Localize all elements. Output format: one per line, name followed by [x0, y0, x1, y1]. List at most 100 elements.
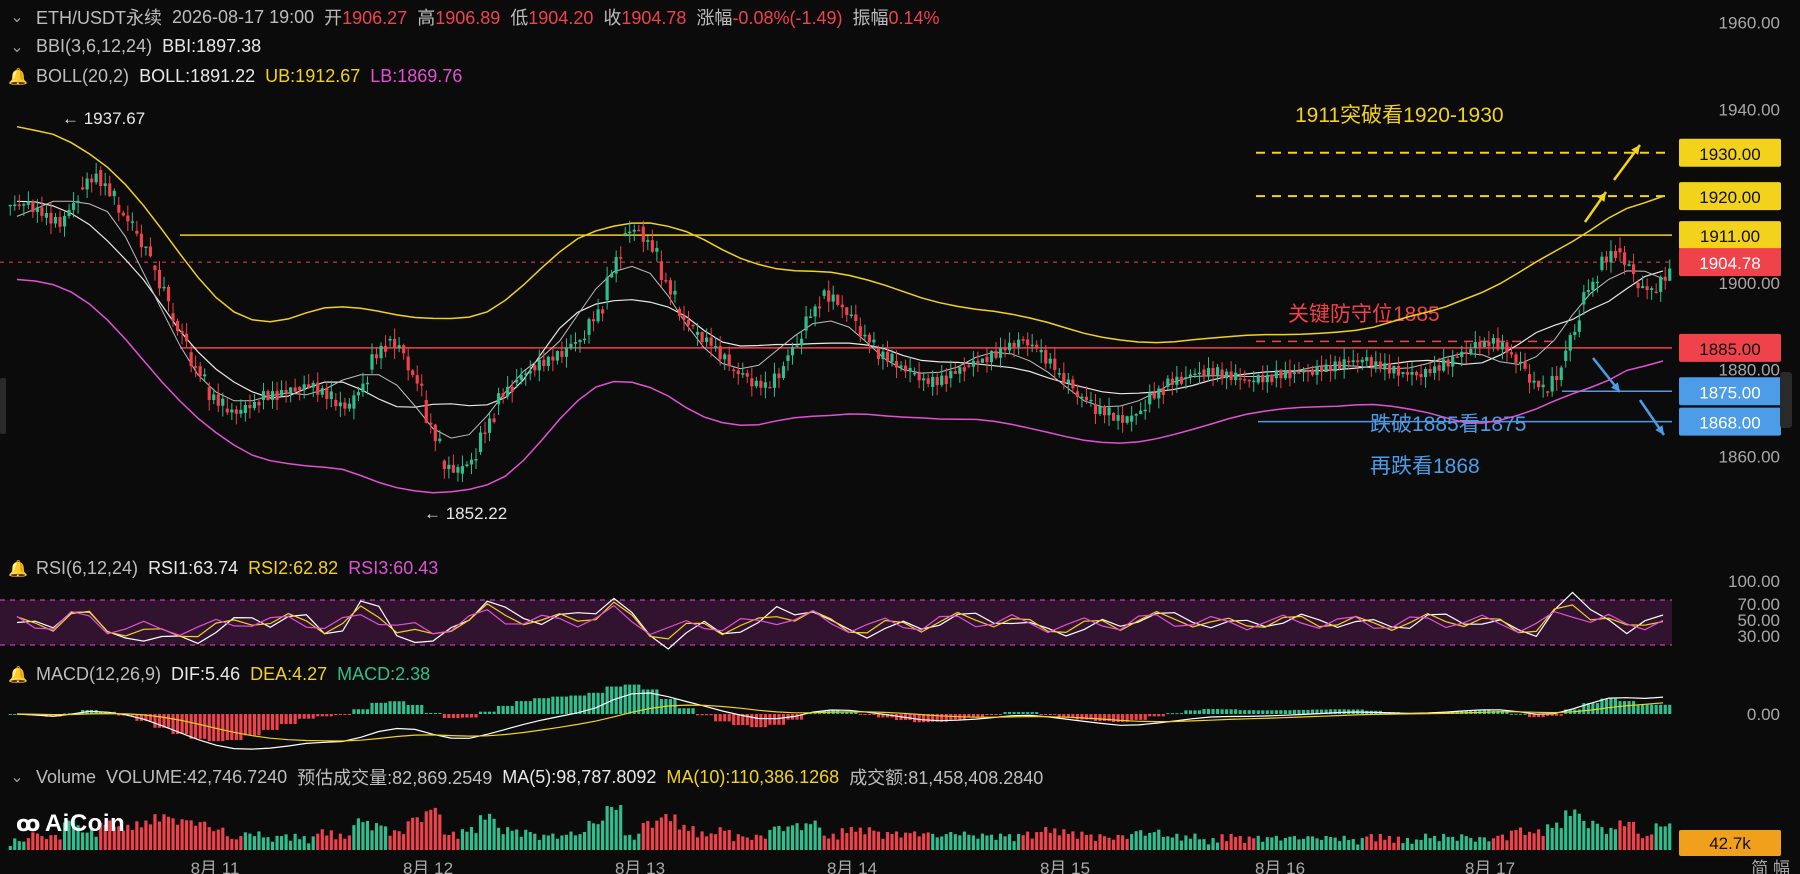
macd-bar: [1627, 701, 1631, 714]
candle-body: [279, 390, 284, 396]
volume-bar: [424, 811, 428, 850]
volume-bar: [1500, 834, 1505, 850]
candle: [1609, 240, 1613, 273]
candle-body: [1342, 359, 1346, 369]
volume-bar: [845, 833, 849, 850]
candle: [334, 393, 338, 411]
candle-body: [90, 178, 94, 183]
macd-bar: [1175, 713, 1179, 715]
candle-body: [483, 432, 487, 435]
macd-bar: [564, 696, 569, 714]
candle: [555, 350, 559, 365]
candle-body: [1007, 342, 1012, 351]
volume-bar: [284, 834, 288, 850]
candle: [266, 389, 270, 401]
candle: [1229, 361, 1233, 386]
corner-label: 简 幅: [1751, 859, 1790, 874]
candle-body: [591, 319, 596, 322]
macd-bar: [198, 714, 202, 739]
bell-icon[interactable]: 🔔: [8, 665, 28, 685]
bbi-label[interactable]: BBI(3,6,12,24): [36, 36, 152, 57]
volume-bar: [126, 824, 130, 850]
candle-body: [537, 359, 541, 371]
chevron-down-icon[interactable]: ⌄: [8, 7, 26, 27]
volume-bar: [1392, 842, 1396, 850]
macd-bar: [795, 714, 799, 720]
symbol[interactable]: ETH/USDT永续: [36, 4, 162, 30]
bell-icon[interactable]: 🔔: [8, 559, 28, 579]
candle: [347, 398, 351, 412]
chevron-down-icon[interactable]: ⌄: [8, 37, 26, 57]
candle: [415, 365, 419, 392]
macd-bar: [605, 686, 609, 714]
macd-bar: [781, 714, 786, 725]
candle-body: [1455, 356, 1459, 359]
macd-bar: [460, 714, 465, 718]
candle-body: [1116, 415, 1120, 421]
candle-body: [1505, 342, 1509, 353]
macd-bar: [732, 714, 736, 726]
left-panel-toggle[interactable]: [0, 378, 6, 434]
rsi-label[interactable]: RSI(6,12,24): [36, 558, 138, 579]
macd-bar: [329, 714, 333, 717]
volume-bar: [872, 830, 876, 850]
candle-body: [1618, 248, 1622, 253]
candle: [994, 342, 998, 360]
candle: [1582, 284, 1586, 316]
volume-bar: [1641, 838, 1645, 850]
candle: [1338, 356, 1342, 371]
kline-chart[interactable]: 1960.00 1940.00 1920.00 1900.00 1880.00 1860.…: [0, 0, 1800, 874]
candle-body: [67, 209, 71, 217]
volume-bar: [1627, 821, 1631, 850]
candle: [863, 324, 867, 342]
low-label: 低: [510, 8, 529, 28]
volume-bar: [569, 831, 573, 850]
candle: [1396, 356, 1401, 387]
macd-label[interactable]: MACD(12,26,9): [36, 664, 161, 685]
volume-bar: [365, 820, 370, 850]
candle: [741, 362, 745, 378]
volume-label[interactable]: Volume: [36, 767, 96, 788]
volume-bar: [673, 814, 677, 850]
candle: [786, 349, 790, 371]
candle: [1460, 345, 1464, 367]
macd-bar: [1075, 714, 1079, 720]
macd-bar: [980, 714, 985, 718]
candle-body: [1143, 409, 1147, 412]
volume-bar: [478, 815, 483, 850]
volume-bar: [243, 832, 247, 850]
candle: [1252, 371, 1256, 392]
volume-bar: [1215, 842, 1220, 850]
candle-body: [1613, 251, 1618, 258]
macd-bar: [1297, 709, 1301, 714]
candle: [1401, 372, 1405, 378]
right-panel-toggle[interactable]: [1780, 372, 1792, 428]
candle: [849, 305, 853, 319]
boll-label[interactable]: BOLL(20,2): [36, 66, 129, 87]
candle-body: [1310, 369, 1315, 375]
volume-bar: [732, 841, 736, 850]
volume-bar: [515, 829, 519, 850]
candle-body: [1252, 380, 1256, 383]
candle: [279, 380, 284, 397]
chevron-down-icon[interactable]: ⌄: [8, 767, 26, 787]
candle: [1319, 355, 1324, 382]
candle: [478, 425, 483, 455]
macd-bar: [402, 701, 406, 714]
volume-bar: [1487, 841, 1491, 850]
volume-bar: [1360, 838, 1364, 850]
bell-icon[interactable]: 🔔: [8, 67, 28, 87]
volume-bar: [1541, 835, 1545, 850]
volume-bar: [374, 823, 379, 850]
candle: [1604, 250, 1609, 271]
candle: [1613, 245, 1618, 262]
macd-bar: [1274, 710, 1278, 714]
open-label: 开: [324, 8, 343, 28]
candle-body: [234, 409, 238, 414]
volume-bar: [289, 840, 293, 850]
macd-bar: [279, 714, 284, 725]
volume-bar: [1039, 831, 1043, 850]
candle: [876, 345, 881, 366]
candle-body: [605, 277, 609, 301]
candle-body: [1668, 268, 1672, 281]
